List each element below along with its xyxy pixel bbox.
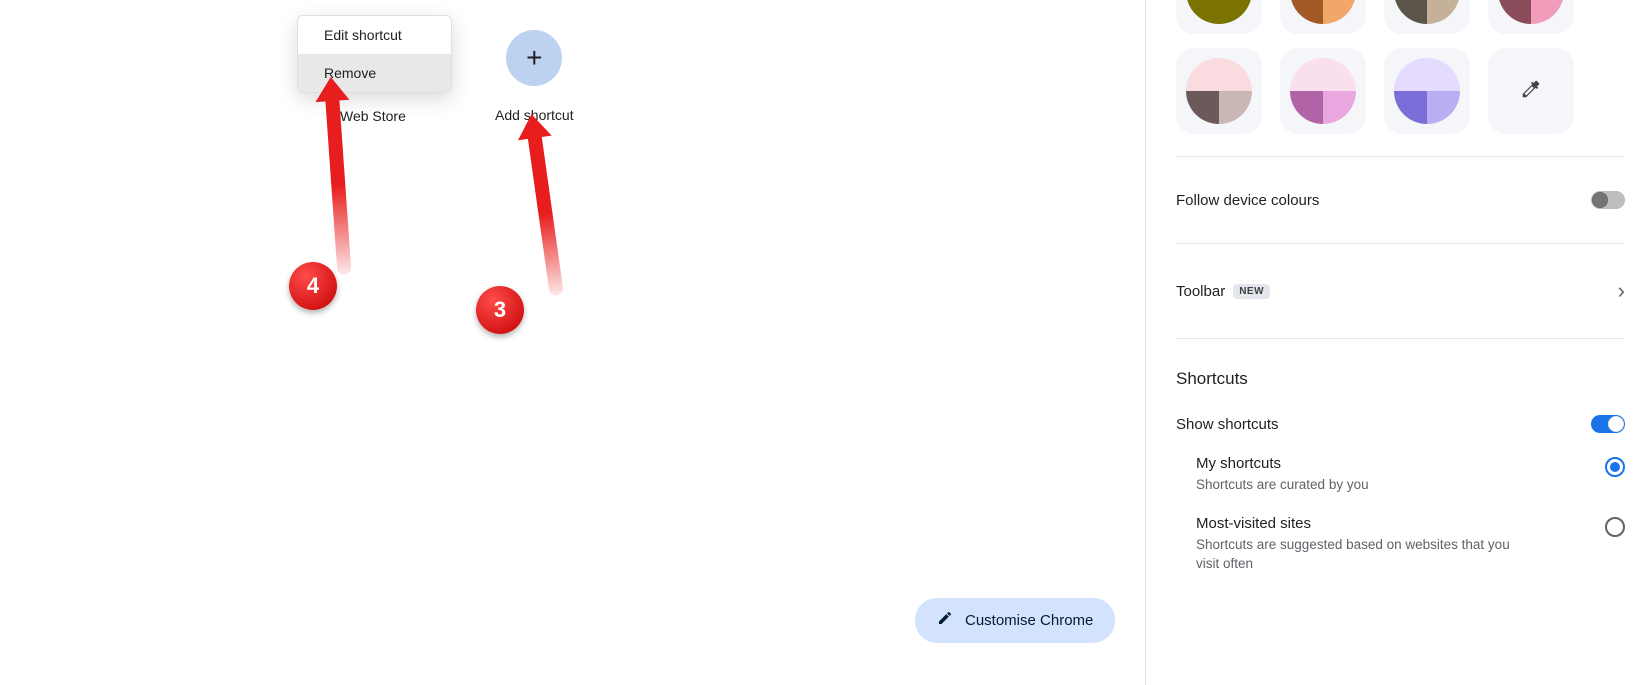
new-badge: NEW (1233, 284, 1270, 299)
colour-theme-swatch[interactable] (1280, 48, 1366, 134)
colour-theme-swatch[interactable] (1488, 0, 1574, 34)
plus-icon (506, 30, 562, 86)
most-visited-radio[interactable] (1605, 517, 1625, 537)
follow-device-colours-label: Follow device colours (1176, 192, 1319, 209)
annotation-marker-4: 4 (289, 262, 337, 310)
colour-theme-swatch[interactable] (1384, 48, 1470, 134)
shortcuts-section-header: Shortcuts (1176, 369, 1625, 389)
follow-device-colours-toggle[interactable] (1591, 191, 1625, 209)
customise-chrome-button[interactable]: Customise Chrome (915, 598, 1115, 643)
toolbar-label: Toolbar (1176, 283, 1225, 300)
shortcut-label-web-store: Web Store (340, 108, 406, 124)
annotation-marker-3: 3 (476, 286, 524, 334)
custom-colour-picker[interactable] (1488, 48, 1574, 134)
my-shortcuts-desc: Shortcuts are curated by you (1196, 476, 1369, 495)
my-shortcuts-radio[interactable] (1605, 457, 1625, 477)
colour-theme-swatch[interactable] (1176, 0, 1262, 34)
show-shortcuts-toggle[interactable] (1591, 415, 1625, 433)
add-shortcut-button[interactable]: Add shortcut (495, 30, 574, 123)
show-shortcuts-label: Show shortcuts (1176, 416, 1279, 433)
customise-side-panel: Follow device colours Toolbar NEW › Shor… (1145, 0, 1650, 685)
menu-item-edit-shortcut[interactable]: Edit shortcut (298, 16, 451, 54)
colour-theme-swatch[interactable] (1384, 0, 1470, 34)
most-visited-title: Most-visited sites (1196, 515, 1516, 532)
eyedropper-icon (1520, 78, 1542, 105)
pencil-icon (937, 610, 953, 631)
my-shortcuts-title: My shortcuts (1196, 455, 1369, 472)
chevron-right-icon: › (1618, 278, 1625, 304)
customise-chrome-label: Customise Chrome (965, 612, 1093, 629)
toolbar-settings-link[interactable]: Toolbar NEW › (1176, 266, 1625, 316)
colour-theme-swatch[interactable] (1280, 0, 1366, 34)
annotation-arrow (527, 131, 564, 296)
colour-theme-swatch[interactable] (1176, 48, 1262, 134)
most-visited-desc: Shortcuts are suggested based on website… (1196, 536, 1516, 574)
